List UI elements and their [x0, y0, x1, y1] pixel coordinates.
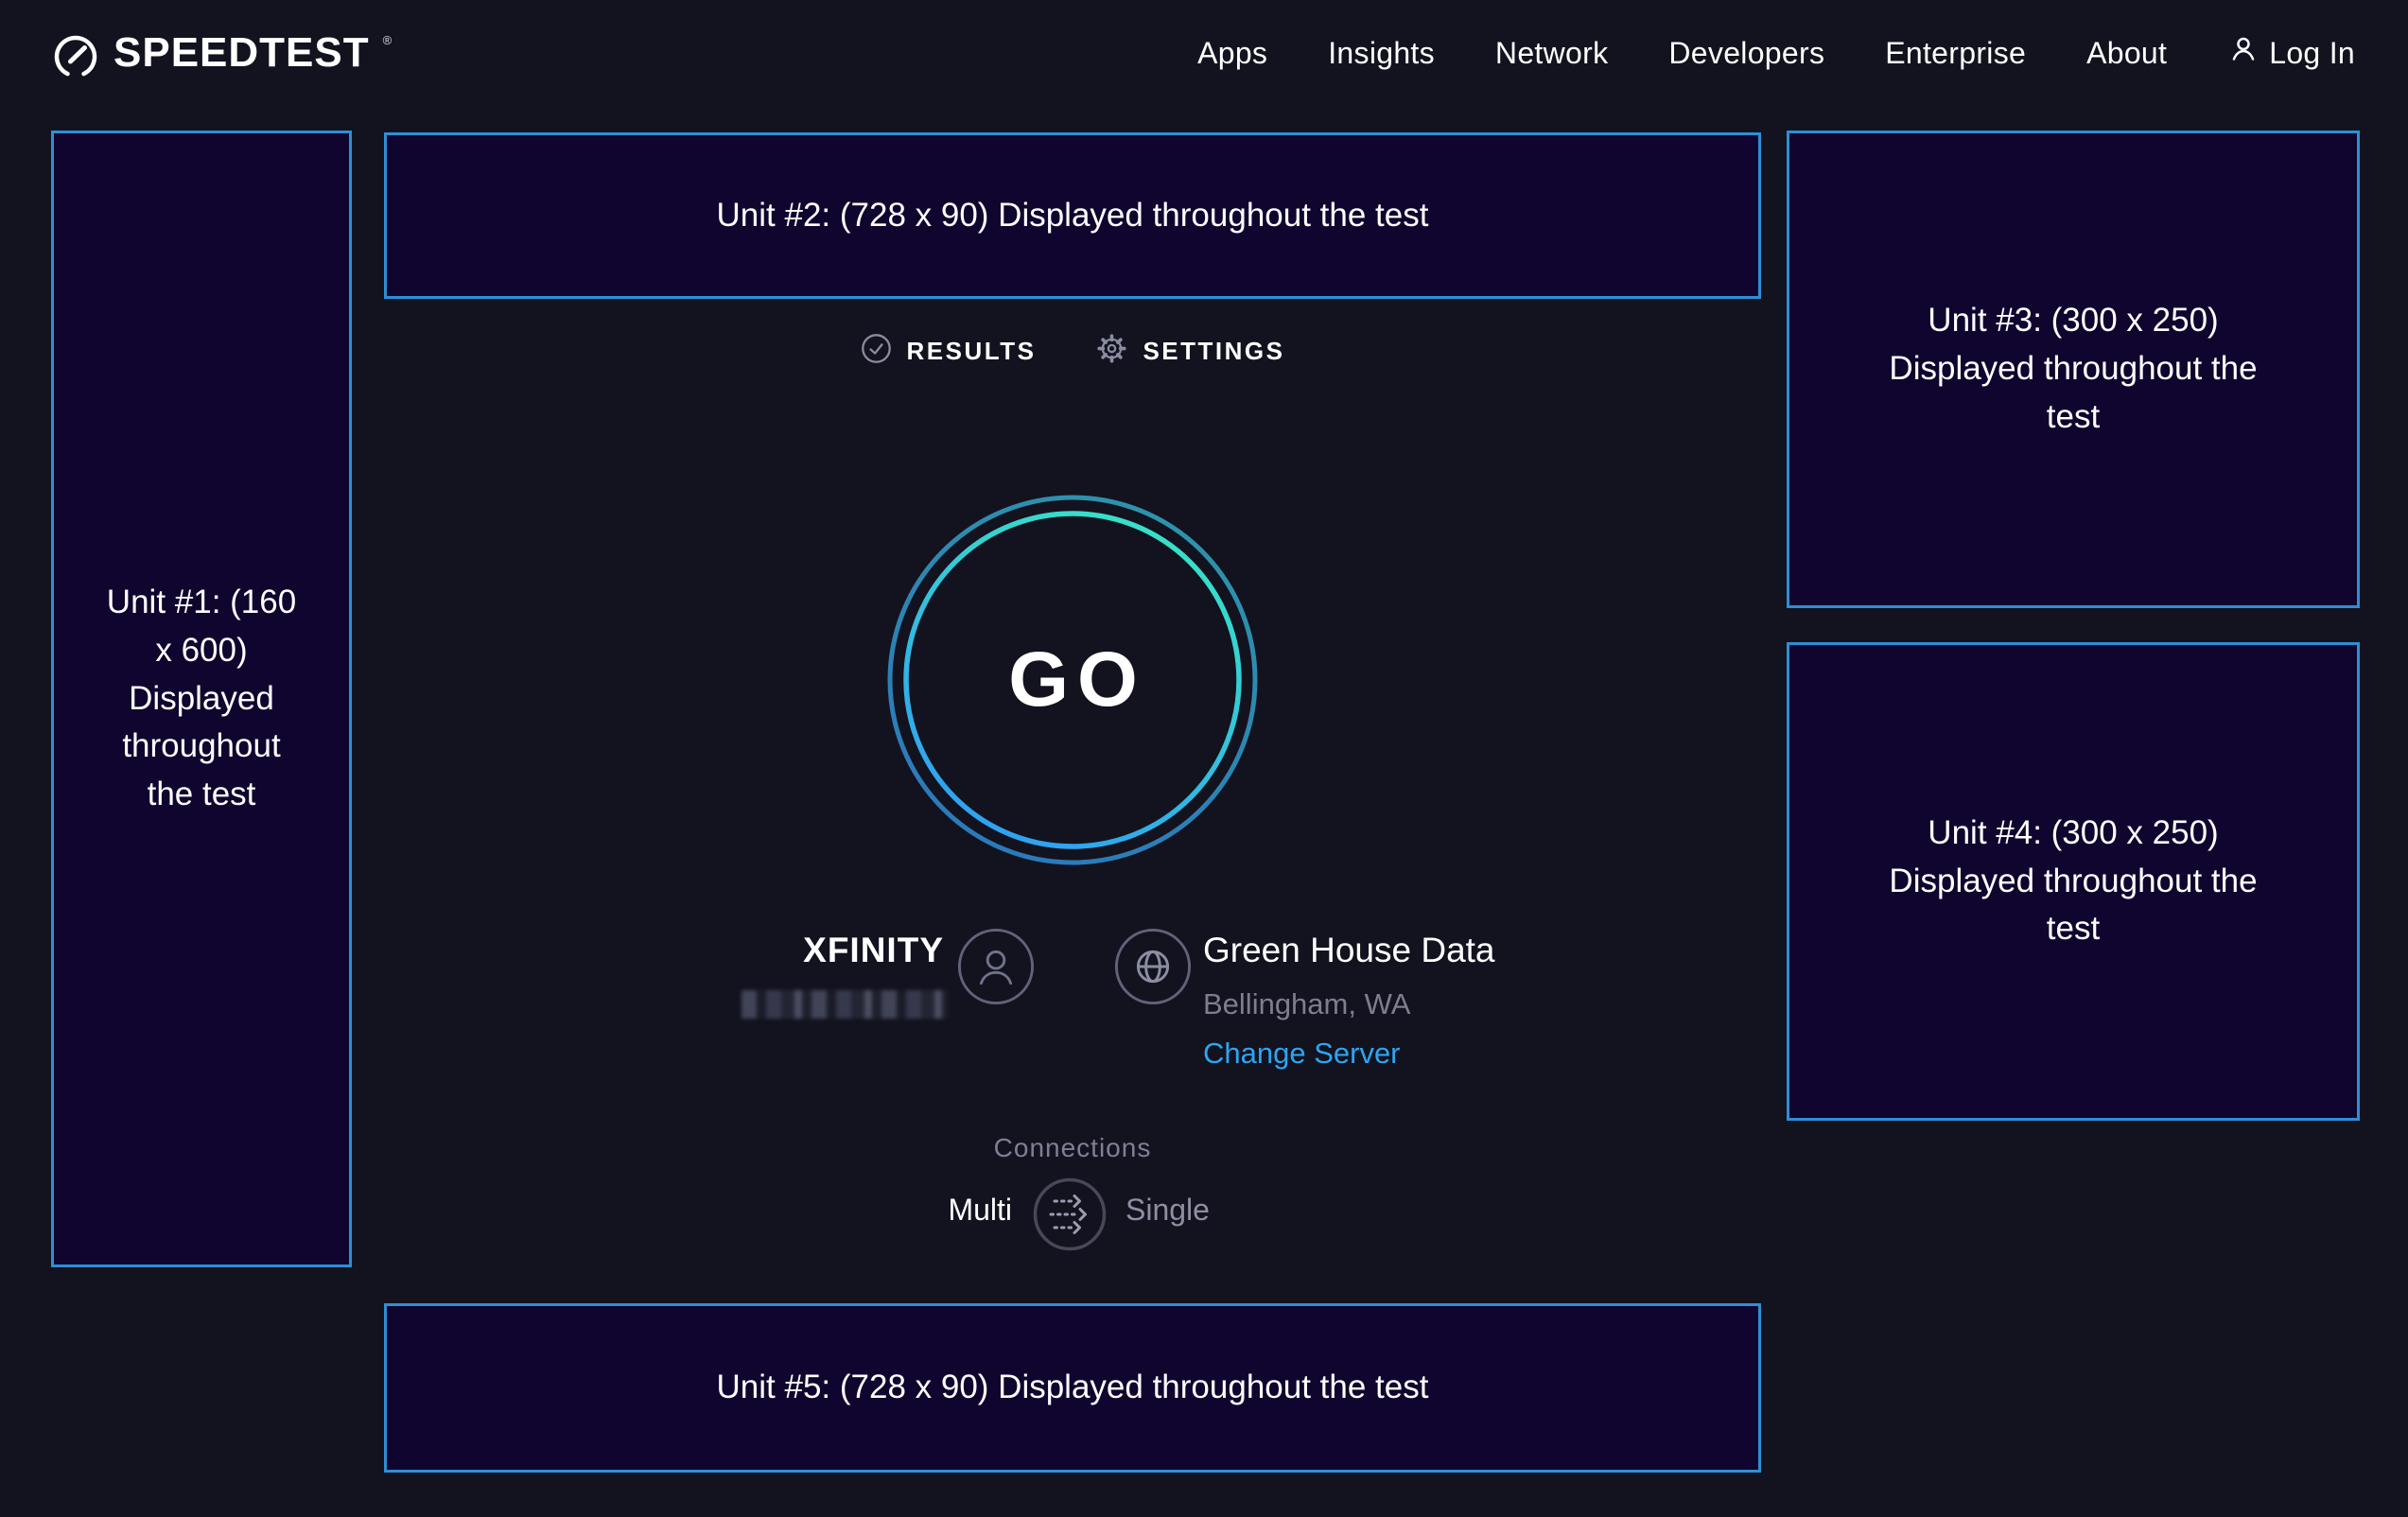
speedtest-page: SPEEDTEST ® Apps Insights Network Develo…: [0, 0, 2408, 1517]
connections-multi-option[interactable]: Multi: [804, 1193, 1012, 1228]
ad-unit-4: Unit #4: (300 x 250) Displayed throughou…: [1787, 642, 2360, 1121]
ad-unit-1-text: Unit #1: (160 x 600) Displayed throughou…: [101, 579, 302, 819]
ad-unit-4-text: Unit #4: (300 x 250) Displayed throughou…: [1870, 810, 2277, 953]
view-tabs: RESULTS: [384, 333, 1761, 369]
server-name: Green House Data: [1203, 931, 1495, 970]
go-label: GO: [883, 491, 1262, 869]
ad-unit-2: Unit #2: (728 x 90) Displayed throughout…: [384, 132, 1761, 299]
tab-settings[interactable]: SETTINGS: [1096, 333, 1284, 369]
ad-unit-3-text: Unit #3: (300 x 250) Displayed throughou…: [1870, 297, 2277, 441]
tab-settings-label: SETTINGS: [1143, 337, 1284, 366]
top-nav: SPEEDTEST ® Apps Insights Network Develo…: [0, 0, 2408, 106]
gear-icon: [1096, 333, 1127, 369]
speedtest-logo[interactable]: SPEEDTEST ®: [51, 28, 392, 81]
ad-unit-5: Unit #5: (728 x 90) Displayed throughout…: [384, 1303, 1761, 1473]
gauge-icon: [51, 28, 100, 79]
change-server-link[interactable]: Change Server: [1203, 1037, 1401, 1071]
nav-item-apps[interactable]: Apps: [1197, 36, 1267, 71]
connections-label: Connections: [931, 1133, 1214, 1163]
nav-item-network[interactable]: Network: [1495, 36, 1608, 71]
connections-toggle-icon[interactable]: [1032, 1177, 1108, 1257]
ad-unit-1: Unit #1: (160 x 600) Displayed throughou…: [51, 131, 352, 1267]
nav-item-developers[interactable]: Developers: [1668, 36, 1824, 71]
isp-avatar-icon[interactable]: [957, 928, 1035, 1010]
nav-item-about[interactable]: About: [2086, 36, 2167, 71]
check-circle-icon: [861, 333, 892, 369]
logo-trademark: ®: [383, 34, 393, 46]
ad-unit-5-text: Unit #5: (728 x 90) Displayed throughout…: [717, 1364, 1429, 1412]
user-icon: [2227, 33, 2260, 73]
nav-item-enterprise[interactable]: Enterprise: [1885, 36, 2026, 71]
nav-menu: Apps Insights Network Developers Enterpr…: [1197, 0, 2355, 106]
ad-unit-2-text: Unit #2: (728 x 90) Displayed throughout…: [717, 192, 1429, 240]
isp-name: XFINITY: [605, 931, 944, 970]
go-button[interactable]: GO: [883, 491, 1262, 869]
connections-single-option[interactable]: Single: [1125, 1193, 1210, 1228]
nav-item-insights[interactable]: Insights: [1328, 36, 1435, 71]
server-globe-icon[interactable]: [1114, 928, 1192, 1010]
server-location: Bellingham, WA: [1203, 987, 1410, 1021]
tab-results[interactable]: RESULTS: [861, 333, 1037, 369]
ad-unit-3: Unit #3: (300 x 250) Displayed throughou…: [1787, 131, 2360, 608]
login-label: Log In: [2269, 36, 2355, 71]
isp-ip-redacted: [742, 990, 948, 1019]
login-button[interactable]: Log In: [2227, 33, 2355, 73]
logo-wordmark: SPEEDTEST: [113, 28, 370, 78]
tab-results-label: RESULTS: [907, 337, 1037, 366]
